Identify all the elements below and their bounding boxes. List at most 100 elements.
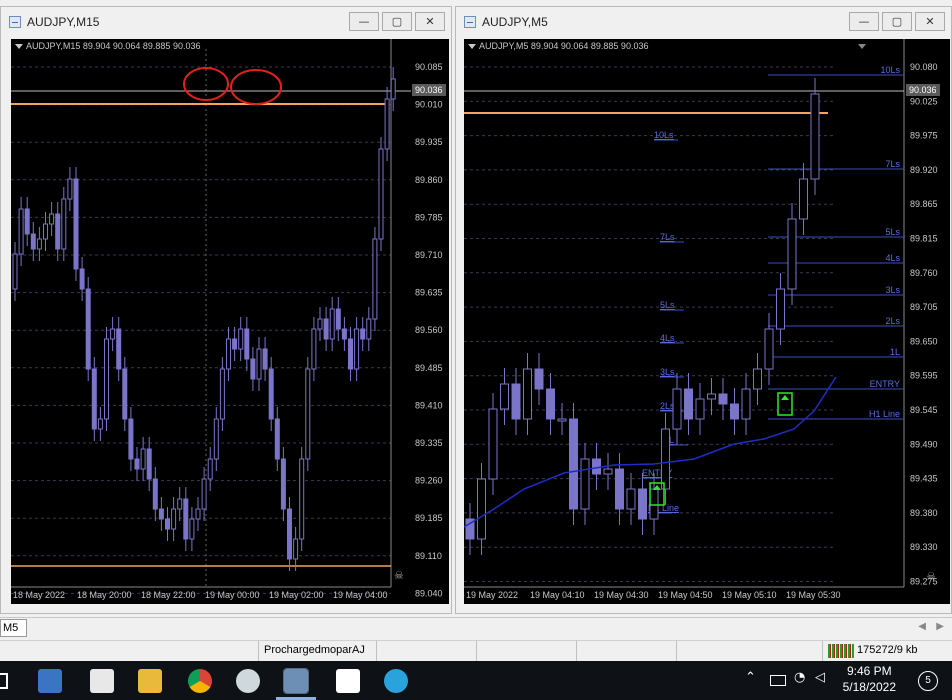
price-axis-label: 90.010	[415, 100, 443, 110]
level-label: H1 Line	[869, 409, 900, 419]
candle-body	[707, 393, 716, 400]
price-tag-label: 90.036	[909, 85, 937, 95]
candle-body	[195, 508, 201, 520]
candle-body	[730, 403, 739, 420]
price-axis-label: 89.760	[910, 268, 938, 278]
app-icon[interactable]	[236, 669, 260, 693]
scroll-left-icon[interactable]: ◀	[918, 621, 926, 632]
price-tag-label: 90.036	[415, 85, 443, 95]
taskbar: ⌃ ◔ ◁ 9:46 PM 5/18/2022 5	[0, 661, 952, 700]
candle-body	[274, 418, 280, 460]
level-label: 1L	[890, 347, 900, 357]
candle-body	[323, 318, 329, 340]
clock-time: 9:46 PM	[846, 664, 892, 678]
candle-body	[250, 358, 256, 380]
price-axis-label: 89.185	[415, 513, 443, 523]
notes-icon[interactable]	[336, 669, 360, 693]
chart-header-text: AUDJPY,M5 89.904 90.064 89.885 90.036	[479, 41, 649, 51]
price-axis-label: 89.635	[415, 288, 443, 298]
status-divider	[822, 641, 823, 661]
chart-window-left[interactable]: AUDJPY,M15 — ▢ ✕ 90.085 90.010 89.935 89.86…	[0, 6, 452, 614]
level-label: ENTRY	[870, 379, 900, 389]
maximize-button[interactable]: ▢	[882, 12, 912, 31]
price-axis-label: 89.490	[910, 439, 938, 449]
calculator-icon[interactable]	[90, 669, 114, 693]
level-label: 7Ls	[660, 232, 675, 242]
candle-body	[672, 388, 682, 430]
candle-body	[122, 368, 128, 420]
price-axis-label: 90.085	[415, 62, 443, 72]
close-button[interactable]: ✕	[415, 12, 445, 31]
candle-body	[378, 148, 384, 240]
time-axis-label: 18 May 2022	[13, 590, 65, 600]
candle-body	[219, 368, 225, 420]
metatrader-icon[interactable]	[283, 668, 309, 694]
wifi-icon[interactable]: ◔	[794, 670, 805, 685]
chart-canvas[interactable]: 90.080 90.025 89.975 89.920 89.865 89.815 89.7…	[464, 39, 950, 604]
minimize-button[interactable]: —	[349, 12, 379, 31]
candle-body	[311, 328, 317, 370]
candle-body	[49, 213, 55, 225]
chart-window-right[interactable]: AUDJPY,M5 — ▢ ✕ 90.080 90.025 89.975 89.920…	[455, 6, 952, 614]
level-label: 5Ls	[885, 227, 900, 237]
candle-body	[293, 538, 299, 560]
level-label: 5Ls	[660, 300, 675, 310]
status-divider	[376, 641, 377, 661]
title-bar-right[interactable]: AUDJPY,M5 — ▢ ✕	[456, 7, 951, 37]
chrome-icon[interactable]	[188, 669, 212, 693]
candle-body	[43, 223, 48, 240]
clock-date: 5/18/2022	[842, 680, 896, 694]
time-axis-label: 19 May 05:10	[722, 590, 777, 600]
candle-body	[18, 208, 24, 255]
candle-body	[79, 268, 85, 290]
price-axis-label: 89.435	[910, 474, 938, 484]
maximize-button[interactable]: ▢	[382, 12, 412, 31]
tab-m5[interactable]: M5	[0, 619, 27, 637]
price-axis-label: 89.040	[415, 588, 443, 598]
status-divider	[676, 641, 677, 661]
dropdown-icon[interactable]	[468, 44, 476, 50]
chart-header: AUDJPY,M15 89.904 90.064 89.885 90.036	[15, 41, 200, 51]
candle-body	[116, 328, 122, 370]
candle-body	[661, 428, 670, 490]
price-chart[interactable]: 90.080 90.025 89.975 89.920 89.865 89.815 89.7…	[464, 39, 950, 604]
volume-icon[interactable]: ◁	[815, 670, 825, 685]
telegram-icon[interactable]	[384, 669, 408, 693]
candle-body	[523, 368, 532, 420]
dropdown-icon[interactable]	[15, 44, 23, 50]
chart-canvas[interactable]: 90.085 90.010 89.935 89.860 89.785 89.710 89.6…	[11, 39, 449, 604]
battery-icon[interactable]	[770, 675, 786, 686]
start-icon[interactable]	[0, 673, 8, 689]
price-axis-label: 90.080	[910, 62, 938, 72]
candle-body	[238, 328, 244, 350]
close-button[interactable]: ✕	[915, 12, 945, 31]
candle-body	[207, 458, 213, 480]
file-explorer-icon[interactable]	[138, 669, 162, 693]
skull-icon: ☠	[926, 571, 936, 583]
scroll-right-icon[interactable]: ▶	[936, 621, 944, 632]
candle-body	[287, 508, 292, 560]
candle-body	[776, 288, 785, 330]
candle-body	[638, 488, 647, 520]
candle-body	[366, 318, 372, 340]
connection-bars-icon	[828, 644, 854, 658]
chart-header: AUDJPY,M5 89.904 90.064 89.885 90.036	[468, 41, 648, 51]
notifications-icon[interactable]: 5	[918, 671, 938, 691]
candle-body	[244, 328, 250, 360]
level-label: 2Ls	[885, 316, 900, 326]
price-chart[interactable]: 90.085 90.010 89.935 89.860 89.785 89.710 89.6…	[11, 39, 449, 604]
time-axis-label: 19 May 04:50	[658, 590, 713, 600]
level-label: 10Ls	[654, 130, 674, 140]
candle-body	[329, 308, 335, 340]
candle-body	[603, 468, 613, 475]
candle-body	[354, 328, 360, 370]
chart-window-icon	[9, 16, 21, 28]
computer-icon[interactable]	[38, 669, 62, 693]
candle-body	[85, 288, 91, 370]
system-clock[interactable]: 9:46 PM 5/18/2022	[843, 663, 896, 695]
title-bar-left[interactable]: AUDJPY,M15 — ▢ ✕	[1, 7, 451, 37]
level-label: 4Ls	[660, 333, 675, 343]
time-axis-label: 19 May 2022	[466, 590, 518, 600]
minimize-button[interactable]: —	[849, 12, 879, 31]
chevron-up-icon[interactable]: ⌃	[745, 670, 756, 685]
